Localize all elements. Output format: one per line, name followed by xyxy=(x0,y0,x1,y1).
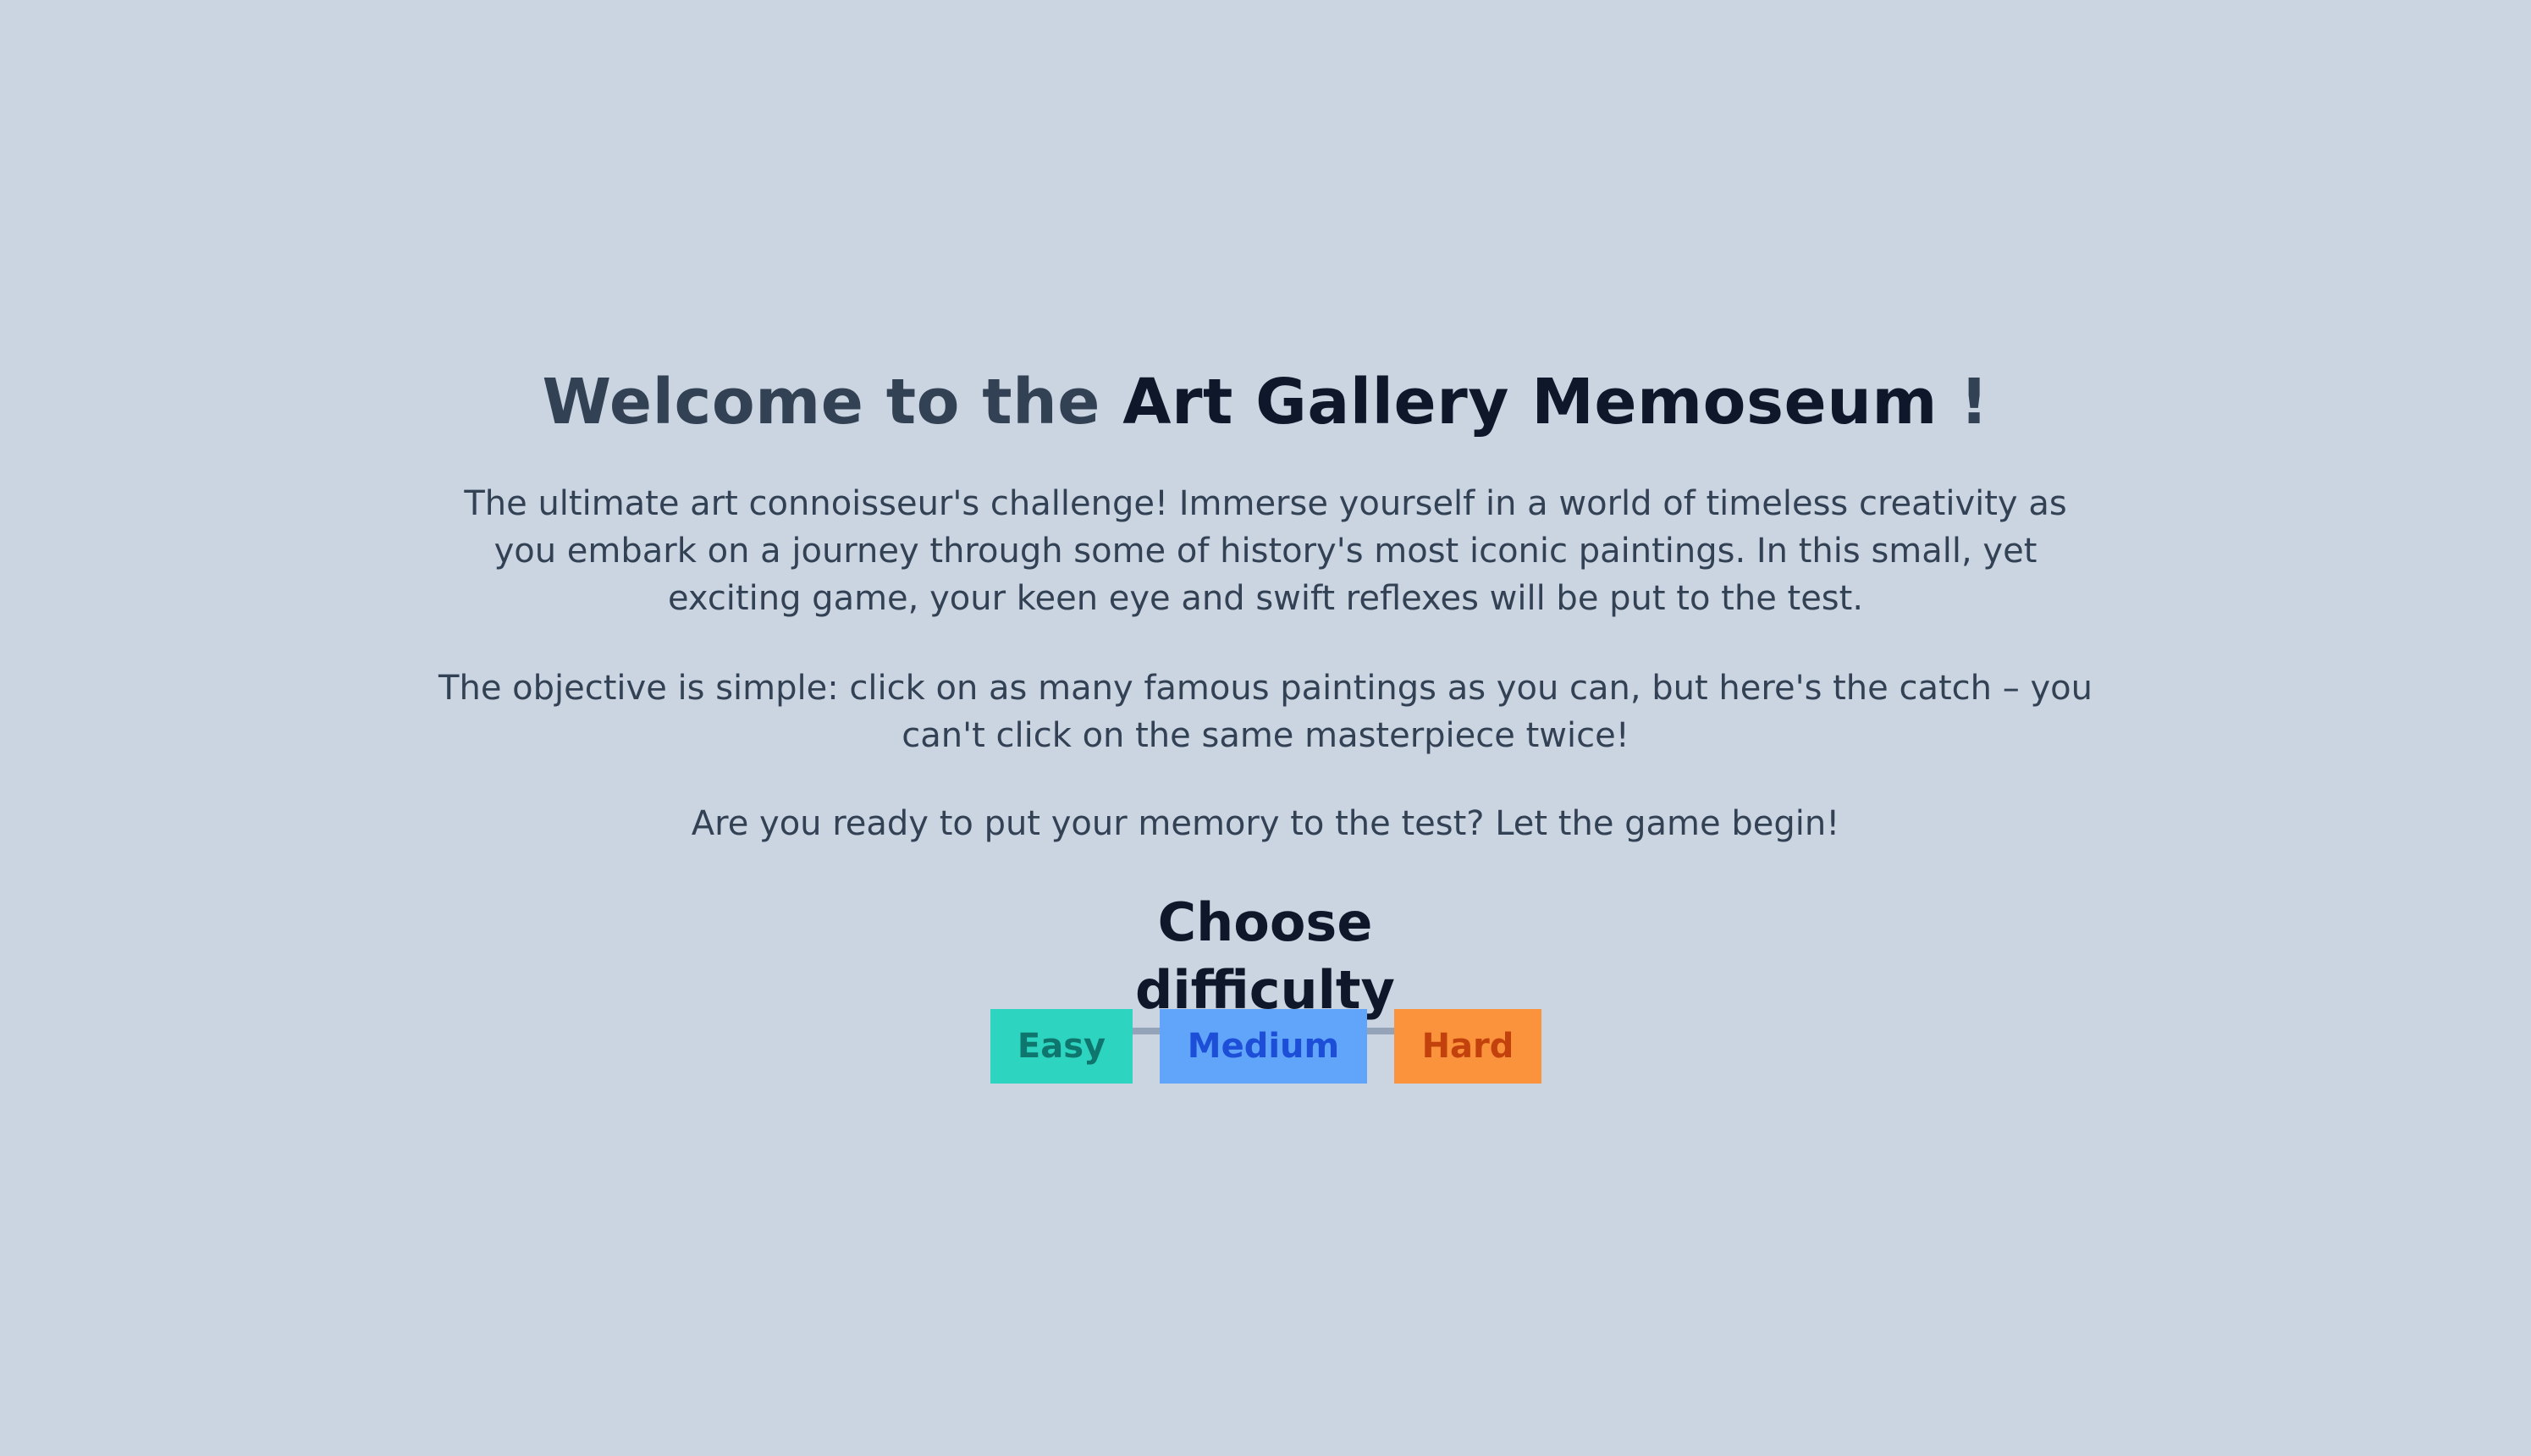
intro-paragraph-2: The objective is simple: click on as man… xyxy=(438,669,2093,755)
title-brand: Art Gallery Memoseum xyxy=(1122,366,1938,438)
difficulty-buttons: Easy Medium Hard xyxy=(990,1009,1541,1084)
intro-paragraph-1: The ultimate art connoisseur's challenge… xyxy=(464,484,2067,618)
medium-button[interactable]: Medium xyxy=(1160,1009,1367,1084)
hard-button[interactable]: Hard xyxy=(1394,1009,1541,1084)
easy-button[interactable]: Easy xyxy=(990,1009,1133,1084)
start-screen: Welcome to the Art Gallery Memoseum ! Th… xyxy=(0,0,2531,1456)
title-suffix: ! xyxy=(1938,366,1989,438)
intro-paragraph-3: Are you ready to put your memory to the … xyxy=(691,804,1840,843)
page-title: Welcome to the Art Gallery Memoseum ! xyxy=(0,364,2531,440)
title-prefix: Welcome to the xyxy=(542,366,1123,438)
